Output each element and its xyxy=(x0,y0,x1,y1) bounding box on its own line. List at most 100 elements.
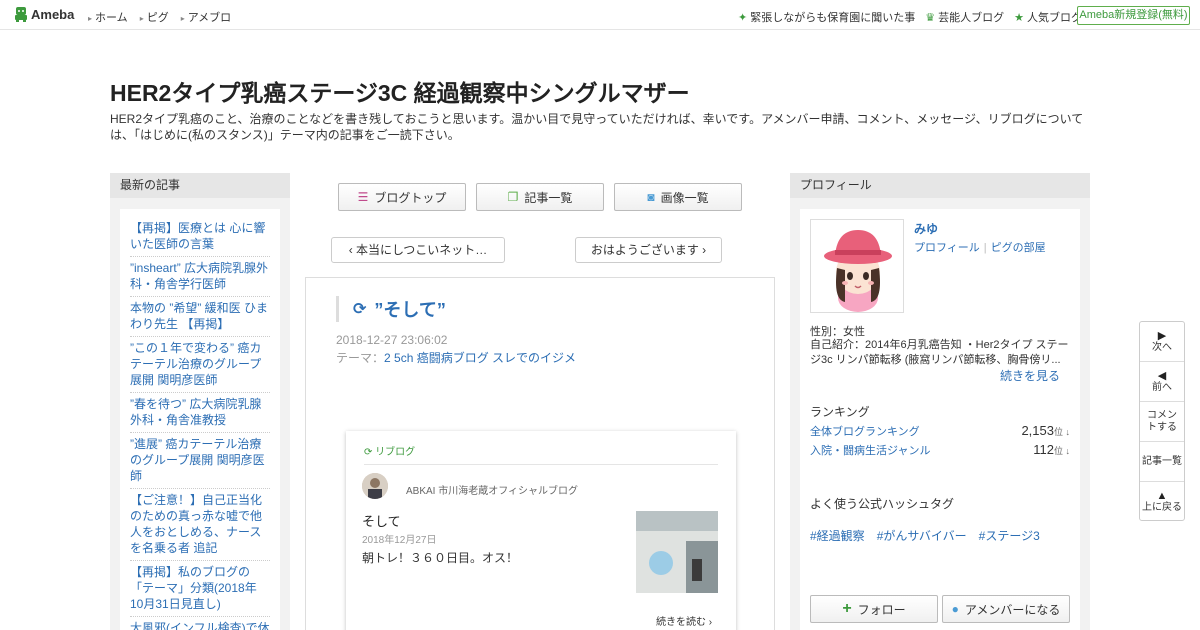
sparkle-icon: ✦ xyxy=(738,11,748,24)
amember-icon: ● xyxy=(951,602,959,616)
recent-item[interactable]: 【再掲】私のブログの「テーマ」分類(2018年10月31日見直し) xyxy=(130,561,270,617)
recent-item[interactable]: 【再掲】医療とは 心に響いた医師の言葉 xyxy=(130,217,270,257)
blog-description: HER2タイプ乳癌のこと、治療のことなどを書き残しておこうと思います。温かい目で… xyxy=(110,112,1084,142)
recent-item[interactable]: ”insheart” 広大病院乳腺外科・角舎学行医師 xyxy=(130,257,270,297)
ranking-label[interactable]: 全体ブログランキング xyxy=(810,423,920,439)
reblog-thumbnail xyxy=(636,511,718,593)
ameba-logo-icon xyxy=(15,7,27,22)
theme-link[interactable]: 2 5ch 癌闘病ブログ スレでのイジメ xyxy=(384,351,576,365)
copy-icon: ❐ xyxy=(507,190,519,204)
reblog-label-text: リブログ xyxy=(375,447,416,458)
nav-ameblo[interactable]: アメブロ xyxy=(181,9,231,25)
prev-label: 前へ xyxy=(1152,381,1172,393)
reblog-card[interactable]: ⟳ リブログ ABKAI 市川海老蔵オフィシャルブログ そして 2018年12月… xyxy=(346,431,736,630)
hashtag-link[interactable]: #がんサバイバー xyxy=(877,527,967,544)
reblog-text: 朝トレ！３６０日目。オス！ xyxy=(362,551,519,565)
left-sidebar: 最新の記事 【再掲】医療とは 心に響いた医師の言葉 ”insheart” 広大病… xyxy=(110,173,290,630)
header-link-celebrity[interactable]: ♛ 芸能人ブログ xyxy=(925,9,1004,25)
ranking-value: 2,153位 ↓ xyxy=(1021,423,1070,439)
up-icon: ▲ xyxy=(1156,490,1168,502)
reblog-date: 2018年12月27日 xyxy=(362,535,437,546)
ranking-unit: 位 ↓ xyxy=(1053,427,1070,437)
ranking-unit: 位 ↓ xyxy=(1053,446,1070,456)
prev-button[interactable]: ◀ 前へ xyxy=(1140,362,1184,402)
reblog-label: ⟳ リブログ xyxy=(364,443,415,458)
register-button[interactable]: Ameba新規登録(無料) xyxy=(1077,6,1190,25)
plus-icon: + xyxy=(842,600,852,617)
logo-text: Ameba xyxy=(31,7,75,22)
ameba-logo[interactable]: Ameba xyxy=(14,7,74,22)
profile-avatar[interactable] xyxy=(810,219,904,313)
recent-item[interactable]: 【ご注意！】自己正当化のための真っ赤な嘘で他人をおとしめる、ナースを名乗る者 追… xyxy=(130,489,270,561)
pig-room-link[interactable]: ピグの部屋 xyxy=(991,242,1046,254)
recent-item[interactable]: ”この１年で変わる” 癌カテーテル治療のグループ展開 関明彦医師 xyxy=(130,337,270,393)
profile-gender: 性別：女性 xyxy=(810,326,865,338)
prev-icon: ◀ xyxy=(1157,369,1167,382)
entry-list-float-button[interactable]: 記事一覧 xyxy=(1140,442,1184,482)
global-nav: ホーム ピグ アメブロ xyxy=(88,9,243,25)
recent-heading: 最新の記事 xyxy=(110,173,290,198)
next-label: 次へ xyxy=(1152,341,1172,353)
header-link-topic[interactable]: ✦ 緊張しながらも保育園に聞いた事 xyxy=(738,9,915,25)
ranking-number: 112 xyxy=(1033,442,1054,457)
reblog-avatar xyxy=(362,473,388,499)
theme-prefix: テーマ： xyxy=(336,351,385,365)
comment-button[interactable]: コメントする xyxy=(1140,402,1184,442)
hashtag-list: #経過観察 #がんサバイバー #ステージ3 xyxy=(810,527,1052,544)
header-link-popular[interactable]: ★ 人気ブログ xyxy=(1014,9,1082,25)
profile-box: みゆ プロフィール | ピグの部屋 性別：女性 自己紹介：2014年6月乳癌告知 ・… xyxy=(800,209,1080,630)
camera-icon: ◙ xyxy=(647,190,655,204)
comment-label: コメントする xyxy=(1147,409,1177,433)
recent-item[interactable]: ”進展” 癌カテーテル治療のグループ展開 関明彦医師 xyxy=(130,433,270,489)
recent-item[interactable]: 本物の ”希望” 緩和医 ひまわり先生 【再掲】 xyxy=(130,297,270,337)
ranking-label[interactable]: 入院・闘病生活ジャンル xyxy=(810,442,930,458)
recent-item[interactable]: 大風邪(インフル検査)で休 xyxy=(130,617,270,630)
profile-link[interactable]: プロフィール xyxy=(914,242,980,254)
next-icon: ▶ xyxy=(1157,329,1167,342)
header-link-celebrity-label: 芸能人ブログ xyxy=(938,12,1005,24)
hashtag-link[interactable]: #ステージ3 xyxy=(979,527,1040,544)
next-button[interactable]: ▶ 次へ xyxy=(1140,322,1184,362)
profile-more-link[interactable]: 続きを見る xyxy=(1000,367,1060,384)
nav-pig[interactable]: ピグ xyxy=(140,9,169,25)
amember-button[interactable]: ● アメンバーになる xyxy=(942,595,1070,623)
prev-entry-link[interactable]: ‹ 本当にしつこいネット… xyxy=(331,237,505,263)
entry-list-button[interactable]: ❐ 記事一覧 xyxy=(476,183,604,211)
ranking-heading: ランキング xyxy=(810,405,870,419)
ranking-row: 全体ブログランキング 2,153位 ↓ xyxy=(810,423,1070,439)
reblog-title: そして xyxy=(362,514,401,529)
follow-button[interactable]: + フォロー xyxy=(810,595,938,623)
entry-theme: テーマ：2 5ch 癌闘病ブログ スレでのイジメ xyxy=(336,349,576,366)
recent-list: 【再掲】医療とは 心に響いた医師の言葉 ”insheart” 広大病院乳腺外科・… xyxy=(120,209,280,630)
blog-title[interactable]: HER2タイプ乳癌ステージ3C 経過観察中シングルマザー xyxy=(110,74,690,108)
blog-menu: ☰ ブログトップ ❐ 記事一覧 ◙ 画像一覧 xyxy=(338,183,752,211)
entry-list-label: 記事一覧 xyxy=(524,190,573,205)
crown-icon: ♛ xyxy=(925,11,936,24)
recent-item[interactable]: ”春を待つ” 広大病院乳腺外科・角舎准教授 xyxy=(130,393,270,433)
profile-name[interactable]: みゆ xyxy=(914,220,938,237)
entry-date: 2018-12-27 23:06:02 xyxy=(336,333,448,347)
profile-intro: 自己紹介：2014年6月乳癌告知 ・Her2タイプ ステージ3c リンパ節転移 … xyxy=(810,339,1069,366)
back-to-top-label: 上に戻る xyxy=(1142,502,1182,513)
reblog-icon: ⟳ xyxy=(353,301,367,318)
divider xyxy=(364,464,718,465)
profile-heading: プロフィール xyxy=(790,173,1090,198)
entry-title[interactable]: ⟳ ”そして” xyxy=(336,296,446,322)
ranking-row: 入院・闘病生活ジャンル 112位 ↓ xyxy=(810,442,1070,458)
header-links: ✦ 緊張しながらも保育園に聞いた事 ♛ 芸能人ブログ ★ 人気ブログ xyxy=(738,9,1092,25)
separator: | xyxy=(983,242,987,254)
reblog-small-icon: ⟳ xyxy=(364,447,373,458)
amember-label: アメンバーになる xyxy=(964,602,1061,617)
next-entry-link[interactable]: おはようございます › xyxy=(575,237,722,263)
blog-top-label: ブログトップ xyxy=(374,190,447,205)
blog-top-button[interactable]: ☰ ブログトップ xyxy=(338,183,466,211)
hashtag-link[interactable]: #経過観察 xyxy=(810,527,865,544)
hashtag-heading: よく使う公式ハッシュタグ xyxy=(810,497,955,511)
nav-home[interactable]: ホーム xyxy=(88,9,128,25)
person-avatar-icon xyxy=(362,473,388,499)
image-list-button[interactable]: ◙ 画像一覧 xyxy=(614,183,742,211)
header-link-topic-label: 緊張しながらも保育園に聞いた事 xyxy=(750,12,916,24)
back-to-top-button[interactable]: ▲ 上に戻る xyxy=(1140,482,1184,522)
pig-avatar-icon xyxy=(811,220,903,312)
reblog-read-more[interactable]: 続きを読む › xyxy=(656,613,712,628)
